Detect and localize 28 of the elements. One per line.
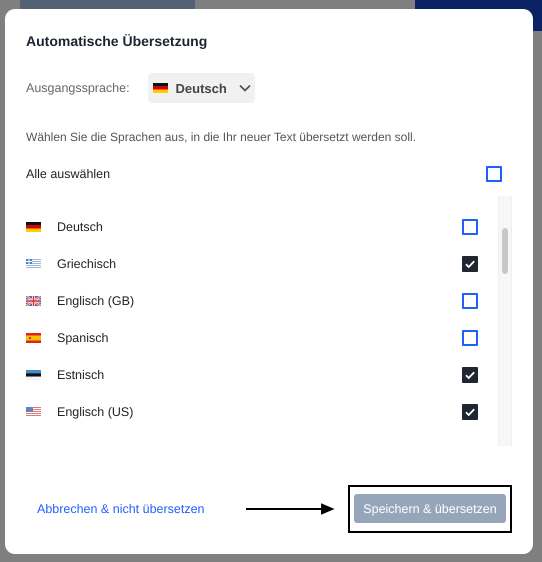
language-name: Griechisch: [57, 256, 118, 270]
source-language-label: Ausgangssprache:: [26, 81, 130, 95]
flag-icon: [152, 83, 168, 93]
checkbox[interactable]: [462, 330, 478, 346]
language-name: Englisch (US): [57, 404, 134, 418]
flag-icon: [26, 406, 41, 416]
language-dropdown[interactable]: Deutsch: [148, 73, 255, 103]
cancel-link[interactable]: Abbrechen & nicht übersetzen: [37, 502, 204, 516]
flag-icon: [26, 222, 41, 232]
checkbox[interactable]: [462, 292, 478, 308]
language-name: Spanisch: [57, 330, 110, 344]
flag-icon: [26, 296, 41, 306]
checkbox[interactable]: [462, 256, 478, 272]
language-name: Deutsch: [57, 220, 104, 234]
checkbox[interactable]: [462, 404, 478, 420]
select-all-label: Alle auswählen: [26, 167, 110, 181]
flag-icon: [26, 258, 41, 268]
checkbox[interactable]: [486, 166, 502, 182]
dialog-title: Automatische Übersetzung: [26, 33, 208, 49]
language-name: Englisch (GB): [57, 294, 136, 308]
scrollbar[interactable]: [498, 196, 512, 446]
flag-icon: [26, 370, 41, 380]
instruction-text: Wählen Sie die Sprachen aus, in die Ihr neuer Text übersetzt werden soll.: [26, 130, 417, 144]
chevron-down-icon: [238, 84, 251, 92]
checkbox[interactable]: [462, 218, 478, 234]
language-name: Estnisch: [57, 368, 106, 382]
checkbox[interactable]: [462, 366, 478, 382]
flag-icon: [26, 332, 41, 342]
